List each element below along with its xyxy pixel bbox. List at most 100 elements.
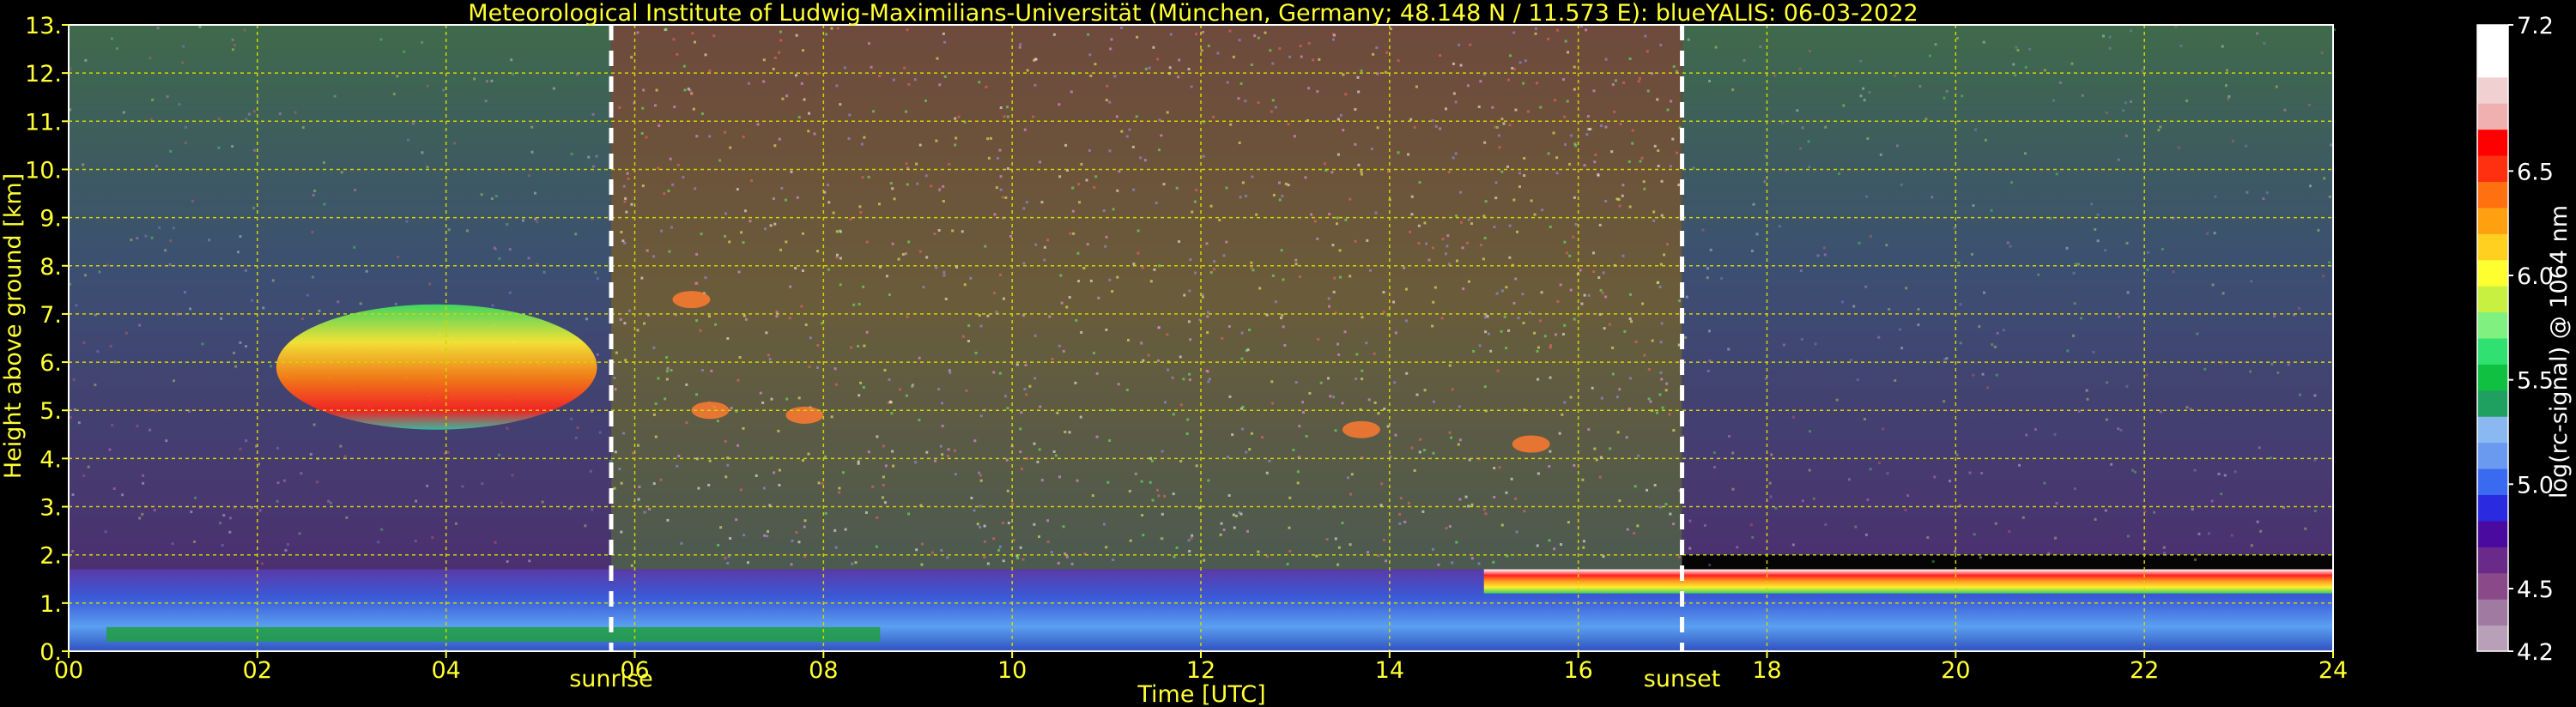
noise-speckle [1349,543,1352,547]
noise-speckle [1616,431,1620,434]
noise-speckle [1561,333,1565,336]
noise-speckle [183,291,186,294]
noise-speckle [1455,259,1458,263]
noise-speckle [312,423,316,426]
noise-speckle [676,464,679,468]
noise-speckle [1058,475,1062,479]
noise-speckle [1252,269,1255,272]
noise-speckle [231,48,234,51]
noise-speckle [773,56,777,59]
noise-speckle [330,501,333,505]
noise-speckle [576,426,579,429]
noise-speckle [1410,213,1414,216]
colorbar-segment [2477,520,2508,547]
noise-speckle [808,112,811,115]
noise-speckle [627,309,631,312]
noise-speckle [431,536,434,540]
noise-speckle [1282,278,1285,281]
noise-speckle [1213,260,1216,263]
noise-speckle [1500,329,1503,333]
residual-layer-band [106,626,881,642]
noise-speckle [1555,156,1559,160]
noise-speckle [888,400,892,403]
noise-speckle [1639,160,1642,163]
noise-speckle [641,184,645,188]
noise-speckle [1536,544,1539,547]
noise-speckle [1688,547,1692,550]
noise-speckle [1271,62,1275,65]
noise-speckle [1228,29,1232,33]
noise-speckle [1140,480,1143,483]
noise-speckle [882,444,885,448]
noise-speckle [1421,510,1425,513]
noise-speckle [1294,258,1298,262]
noise-speckle [312,193,315,196]
noise-speckle [1125,388,1129,391]
noise-speckle [1598,223,1602,227]
noise-speckle [1016,556,1020,559]
noise-speckle [983,524,986,528]
noise-speckle [1621,254,1625,257]
noise-speckle [1374,211,1378,215]
noise-speckle [1136,229,1140,233]
noise-speckle [115,47,118,51]
noise-speckle [903,66,906,69]
noise-speckle [1356,76,1360,79]
noise-speckle [1336,216,1339,220]
noise-speckle [1175,546,1179,549]
noise-speckle [1200,49,1203,52]
noise-speckle [1491,106,1494,109]
noise-speckle [1852,305,1856,308]
noise-speckle [236,251,239,254]
noise-speckle [1604,295,1608,299]
noise-speckle [2221,292,2225,295]
noise-speckle [1512,68,1516,71]
noise-speckle [865,330,869,334]
noise-speckle [942,32,945,35]
noise-speckle [834,546,838,549]
noise-speckle [1511,66,1514,69]
noise-speckle [221,543,224,547]
noise-speckle [339,444,342,448]
noise-speckle [359,302,362,305]
noise-speckle [995,311,998,314]
noise-speckle [1305,434,1308,438]
noise-speckle [666,366,670,370]
noise-speckle [497,453,500,456]
noise-speckle [1859,59,1863,63]
noise-speckle [1257,550,1260,553]
noise-speckle [1057,561,1060,565]
noise-speckle [1512,301,1516,305]
noise-speckle [1604,199,1608,202]
noise-speckle [2313,510,2317,513]
noise-speckle [1149,480,1152,484]
noise-speckle [1225,240,1228,244]
noise-speckle [1659,341,1663,344]
noise-speckle [646,249,649,252]
noise-speckle [1248,328,1252,331]
noise-speckle [397,256,400,259]
noise-speckle [992,371,996,374]
noise-speckle [2211,283,2215,287]
noise-speckle [943,270,946,274]
noise-speckle [2094,517,2097,521]
noise-speckle [1526,110,1530,113]
noise-speckle [1573,317,1576,321]
noise-speckle [1074,381,1077,384]
noise-speckle [1949,480,1952,483]
noise-speckle [1418,181,1421,184]
noise-speckle [1625,436,1628,439]
colorbar-segment [2477,155,2508,182]
noise-speckle [992,537,996,541]
noise-speckle [1205,369,1209,372]
noise-speckle [1611,83,1615,87]
noise-speckle [392,93,396,96]
noise-speckle [2108,35,2112,39]
noise-speckle [640,132,644,136]
noise-speckle [1251,175,1254,178]
noise-speckle [1292,448,1295,451]
noise-speckle [1058,344,1061,347]
noise-speckle [953,449,956,452]
noise-speckle [673,106,676,109]
noise-speckle [1277,181,1281,184]
